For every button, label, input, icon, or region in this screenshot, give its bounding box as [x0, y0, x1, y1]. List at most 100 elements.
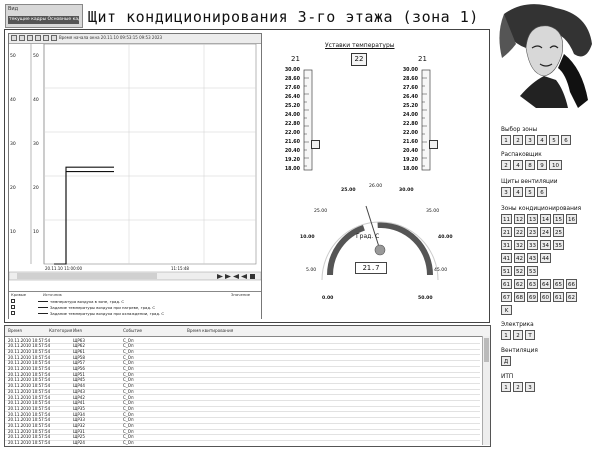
- cond-zone-button[interactable]: 35: [553, 240, 564, 250]
- cond-zone-button[interactable]: 62: [514, 279, 525, 289]
- events-scrollbar[interactable]: [482, 336, 490, 445]
- legend-item[interactable]: температура воздуха в зоне, град. С: [10, 299, 258, 304]
- legend-checkbox[interactable]: [11, 311, 15, 315]
- print-icon[interactable]: [35, 35, 41, 41]
- board-button-5[interactable]: 5: [525, 187, 535, 197]
- cond-zone-button[interactable]: 63: [527, 279, 538, 289]
- cond-zone-button[interactable]: 43: [527, 253, 538, 263]
- power-button-t[interactable]: T: [525, 330, 535, 340]
- scrollbar-thumb[interactable]: [484, 338, 489, 362]
- cond-zone-button[interactable]: 53: [527, 266, 538, 276]
- pan-icon[interactable]: [19, 35, 25, 41]
- x-tick: 11:15:48: [171, 266, 189, 271]
- distribution-button-10[interactable]: 10: [549, 160, 562, 170]
- scale-label: 26.40: [402, 95, 418, 100]
- screen-tab[interactable]: Вид текущие кадры Основные кадры 3: [5, 4, 83, 28]
- legend-label: температура воздуха в зоне, град. С: [50, 299, 125, 304]
- itp-button-1[interactable]: 1: [501, 382, 511, 392]
- scale-label: 21.60: [402, 140, 418, 145]
- legend-item[interactable]: Задание температуры воздуха при охлажден…: [10, 311, 258, 316]
- cond-zone-button[interactable]: 69: [527, 292, 538, 302]
- cond-zone-button[interactable]: 42: [514, 253, 525, 263]
- scale-label: 19.20: [402, 158, 418, 163]
- cond-zone-button[interactable]: 51: [501, 266, 512, 276]
- cond-zone-button[interactable]: 60: [540, 292, 551, 302]
- legend-checkbox[interactable]: [11, 299, 15, 303]
- cond-zone-button[interactable]: K: [501, 305, 512, 315]
- zone-button-4[interactable]: 4: [537, 135, 547, 145]
- y-right-tick: 20: [33, 186, 39, 191]
- cond-zone-button[interactable]: 65: [553, 279, 564, 289]
- cond-zone-button[interactable]: 21: [501, 227, 512, 237]
- cond-zone-button[interactable]: 11: [501, 214, 512, 224]
- col-header-time[interactable]: Время: [8, 328, 22, 333]
- cond-zone-button[interactable]: 14: [540, 214, 551, 224]
- cond-zone-button[interactable]: 52: [514, 266, 525, 276]
- distribution-button-4[interactable]: 4: [513, 160, 523, 170]
- grid-icon[interactable]: [27, 35, 33, 41]
- gauge-label: 10.00: [300, 235, 315, 240]
- cond-zone-button[interactable]: 68: [514, 292, 525, 302]
- screen-tab-subtitle: текущие кадры Основные кадры 3: [8, 16, 79, 24]
- gauge-label: 40.00: [438, 235, 453, 240]
- conditioning-zones-title: Зоны кондиционирования: [501, 206, 582, 212]
- power-button-2[interactable]: 2: [513, 330, 523, 340]
- setpoint-center-value[interactable]: 22: [351, 53, 367, 66]
- zone-button-3[interactable]: 3: [525, 135, 535, 145]
- setpoint-left-slider[interactable]: 30.00 28.60 27.60 26.40 25.20 24.00 22.8…: [282, 66, 330, 174]
- cond-zone-button[interactable]: 16: [566, 214, 577, 224]
- cond-zone-button[interactable]: 67: [501, 292, 512, 302]
- distribution-button-8[interactable]: 8: [525, 160, 535, 170]
- col-header-ack-time[interactable]: Время квитирования: [187, 328, 233, 333]
- board-button-4[interactable]: 4: [513, 187, 523, 197]
- vent-button[interactable]: Д: [501, 356, 511, 366]
- col-header-event[interactable]: Событие: [123, 328, 142, 333]
- distribution-button-9[interactable]: 9: [537, 160, 547, 170]
- legend-checkbox[interactable]: [11, 305, 15, 309]
- cond-zone-button[interactable]: 41: [501, 253, 512, 263]
- cond-zone-button[interactable]: 24: [540, 227, 551, 237]
- col-header-category[interactable]: Категория: [49, 328, 72, 333]
- setpoint-right-slider[interactable]: 30.00 28.60 27.60 26.40 25.20 24.00 22.8…: [400, 66, 448, 174]
- zone-button-1[interactable]: 1: [501, 135, 511, 145]
- cond-zone-button[interactable]: 61: [553, 292, 564, 302]
- slider-thumb[interactable]: [311, 140, 320, 149]
- scale-label: 22.80: [402, 122, 418, 127]
- cond-zone-button[interactable]: 22: [514, 227, 525, 237]
- cond-zone-button[interactable]: 32: [514, 240, 525, 250]
- zone-button-2[interactable]: 2: [513, 135, 523, 145]
- power-title: Электрика: [501, 322, 534, 328]
- settings-icon[interactable]: [43, 35, 49, 41]
- zoom-icon[interactable]: [11, 35, 17, 41]
- cond-zone-button[interactable]: 13: [527, 214, 538, 224]
- cond-zone-button[interactable]: 44: [540, 253, 551, 263]
- cond-zone-button[interactable]: 34: [540, 240, 551, 250]
- distribution-title: Распаковщик: [501, 152, 542, 158]
- itp-button-3[interactable]: 3: [525, 382, 535, 392]
- board-button-3[interactable]: 3: [501, 187, 511, 197]
- cond-zone-button[interactable]: 25: [553, 227, 564, 237]
- scale-label: 21.60: [284, 140, 300, 145]
- cond-zone-button[interactable]: 66: [566, 279, 577, 289]
- zone-button-6[interactable]: 6: [561, 135, 571, 145]
- legend-label: Задание температуры воздуха при нагреве,…: [50, 305, 156, 310]
- cond-zone-button[interactable]: 15: [553, 214, 564, 224]
- cond-zone-button[interactable]: 33: [527, 240, 538, 250]
- cond-zone-button[interactable]: 23: [527, 227, 538, 237]
- cond-zone-button[interactable]: 12: [514, 214, 525, 224]
- legend-item[interactable]: Задание температуры воздуха при нагреве,…: [10, 305, 258, 310]
- itp-button-2[interactable]: 2: [513, 382, 523, 392]
- cond-zone-button[interactable]: 61: [501, 279, 512, 289]
- board-button-6[interactable]: 6: [537, 187, 547, 197]
- slider-thumb[interactable]: [429, 140, 438, 149]
- distribution-button-2[interactable]: 2: [501, 160, 511, 170]
- y-right-tick: 50: [33, 54, 39, 59]
- col-header-name[interactable]: Имя: [73, 328, 82, 333]
- cond-zone-button[interactable]: 64: [540, 279, 551, 289]
- power-button-1[interactable]: 1: [501, 330, 511, 340]
- zone-button-5[interactable]: 5: [549, 135, 559, 145]
- cond-zone-button[interactable]: 31: [501, 240, 512, 250]
- clock-icon[interactable]: [51, 35, 57, 41]
- table-row[interactable]: 20.11.2010 10:57:54 ЩР24 С_Оп: [5, 440, 480, 446]
- cond-zone-button[interactable]: 62: [566, 292, 577, 302]
